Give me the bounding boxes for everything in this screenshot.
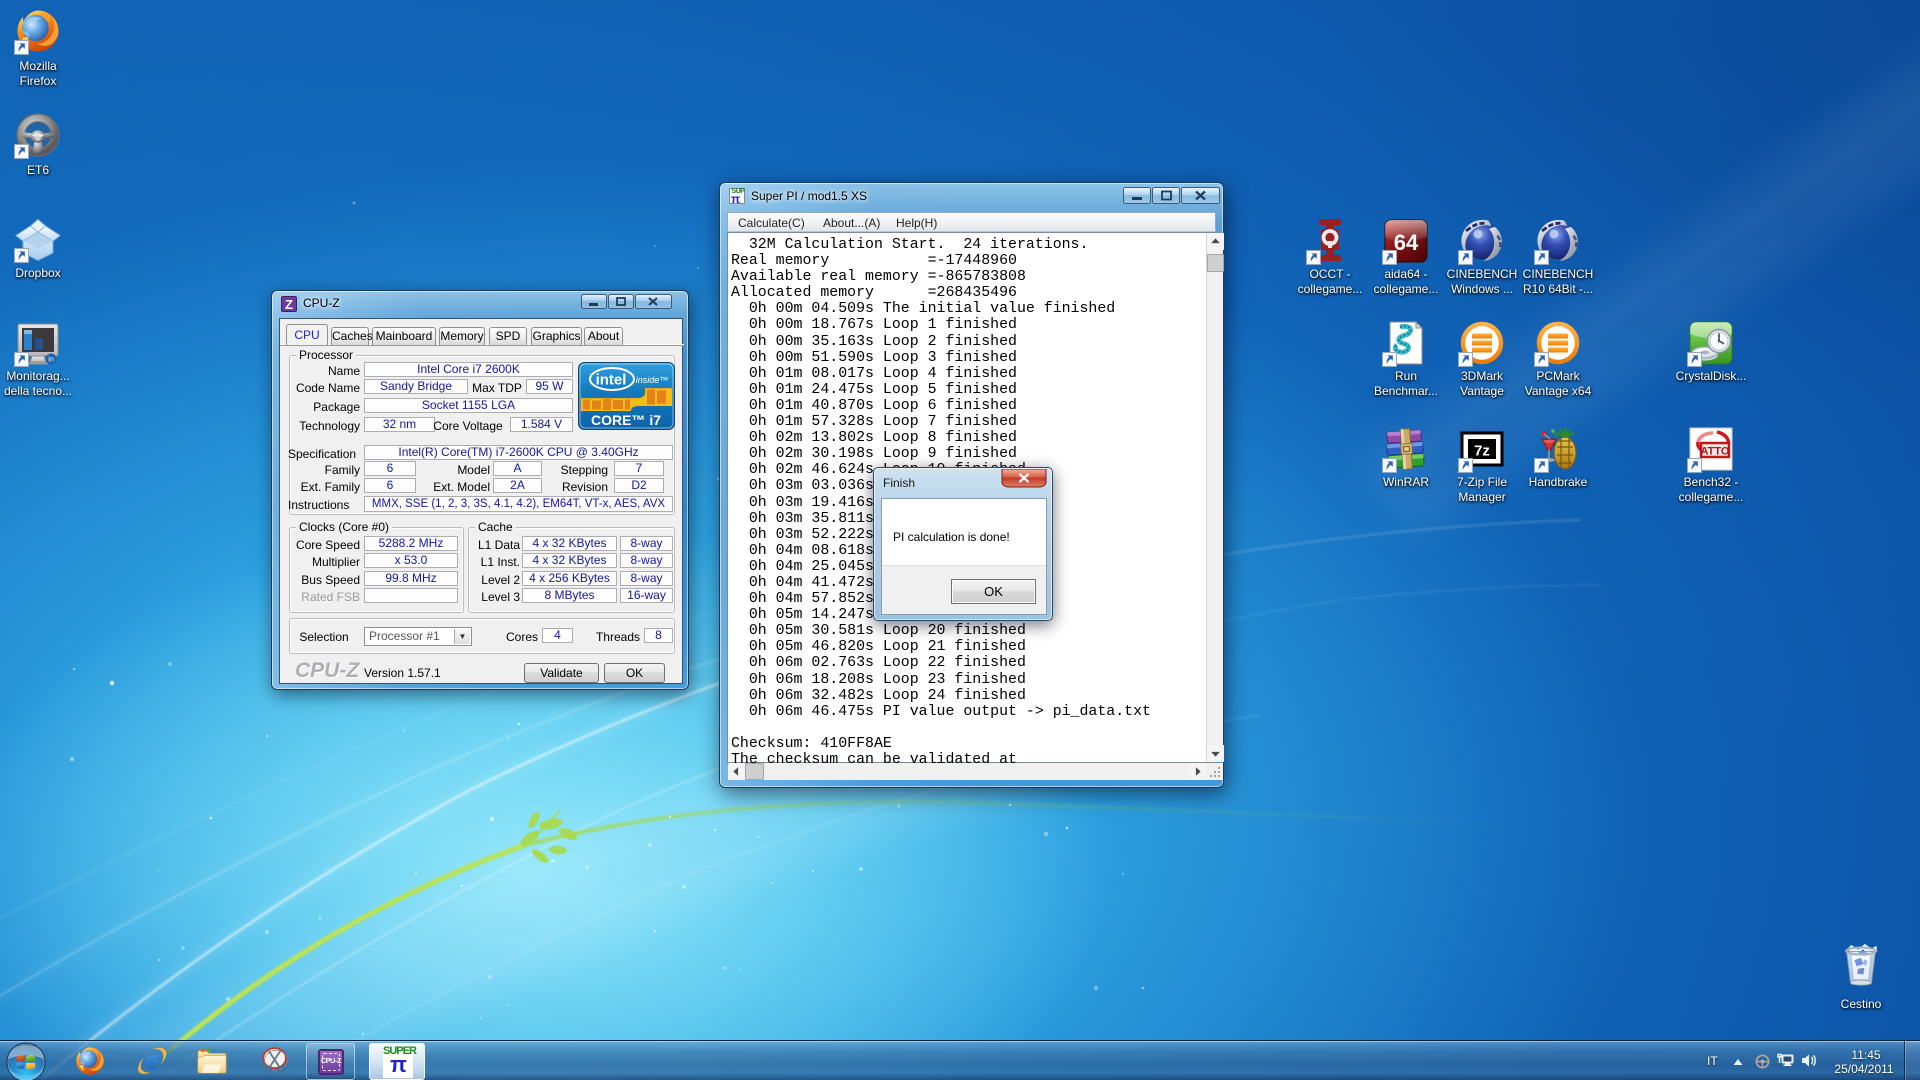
svg-text:CORE™ i7: CORE™ i7 bbox=[591, 412, 661, 428]
svg-text:inside™: inside™ bbox=[636, 375, 669, 385]
svg-text:e: e bbox=[145, 1046, 160, 1076]
svg-text:64: 64 bbox=[1394, 230, 1419, 255]
svg-text:7z: 7z bbox=[1474, 443, 1490, 460]
svg-text:intel: intel bbox=[596, 372, 627, 389]
svg-text:ATTO: ATTO bbox=[1701, 446, 1730, 458]
svg-text:in: in bbox=[48, 357, 54, 364]
